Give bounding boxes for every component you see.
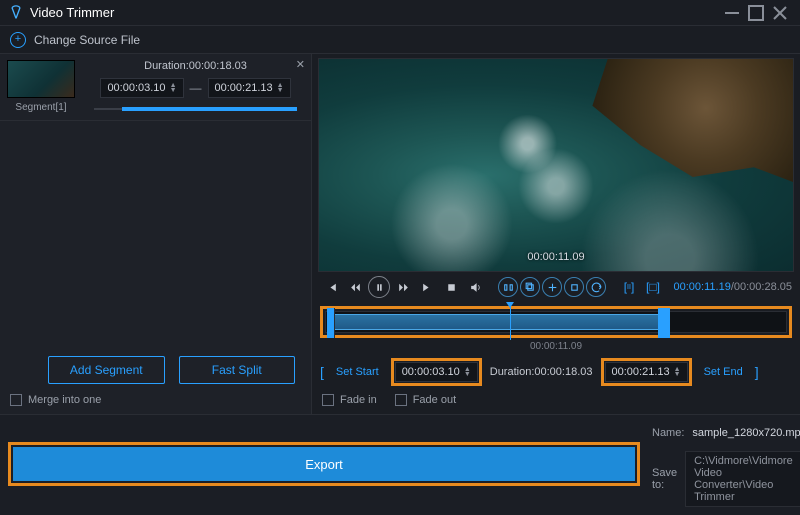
segment-start-value: 00:00:03.10 [107, 82, 165, 94]
maximize-button[interactable] [744, 5, 768, 21]
segment-end-input[interactable]: 00:00:21.13 ▲▼ [208, 78, 291, 98]
spinner-icon[interactable]: ▲▼ [277, 83, 284, 93]
trim-duration-label: Duration:00:00:18.03 [488, 366, 595, 378]
app-logo-icon [8, 5, 24, 21]
segment-thumb-col: Segment[1] [0, 54, 80, 120]
segment-time-pair: 00:00:03.10 ▲▼ — 00:00:21.13 ▲▼ [86, 78, 305, 98]
trim-end-input[interactable]: 00:00:21.13 ▲▼ [605, 362, 688, 382]
name-label: Name: [652, 427, 684, 439]
app-title: Video Trimmer [30, 5, 720, 20]
segment-list: Segment[1] ✕ Duration:00:00:18.03 00:00:… [0, 54, 311, 346]
spinner-icon[interactable]: ▲▼ [170, 83, 177, 93]
prev-segment-button[interactable] [320, 276, 342, 298]
next-segment-button[interactable] [416, 276, 438, 298]
tool-crop-button[interactable] [564, 277, 584, 297]
trim-start-value: 00:00:03.10 [402, 366, 460, 378]
preview-panel: 00:00:11.09 [II] [□] [312, 54, 800, 414]
segment-start-input[interactable]: 00:00:03.10 ▲▼ [100, 78, 183, 98]
segment-thumbnail [7, 60, 75, 98]
playback-controls: [II] [□] 00:00:11.19/00:00:28.05 [318, 272, 794, 302]
spinner-icon[interactable]: ▲▼ [464, 367, 471, 377]
tool-copy-button[interactable] [520, 277, 540, 297]
close-button[interactable] [768, 5, 792, 21]
segment-actions: Add Segment Fast Split [0, 346, 311, 394]
main-area: Segment[1] ✕ Duration:00:00:18.03 00:00:… [0, 54, 800, 414]
segments-panel: Segment[1] ✕ Duration:00:00:18.03 00:00:… [0, 54, 312, 414]
tool-add-button[interactable] [542, 277, 562, 297]
timeline-highlight [320, 306, 792, 338]
set-start-button[interactable]: Set Start [330, 366, 385, 378]
trim-start-input[interactable]: 00:00:03.10 ▲▼ [395, 362, 478, 382]
fade-out-checkbox[interactable] [395, 394, 407, 406]
bracket-in-button[interactable]: [II] [618, 276, 640, 298]
fade-out-label: Fade out [413, 394, 456, 406]
bottom-bar: Name: sample_1280x720.mp4 Output: Auto;2… [0, 414, 800, 515]
segment-mini-track[interactable] [94, 108, 297, 110]
export-wrap: Export [8, 421, 640, 507]
bracket-open-icon: [ [320, 364, 324, 380]
fade-in-checkbox[interactable] [322, 394, 334, 406]
merge-row: Merge into one [0, 394, 311, 414]
trim-handle-right[interactable] [658, 308, 670, 338]
bracket-close-icon: ] [755, 364, 759, 380]
trim-handle-left[interactable] [327, 308, 335, 338]
tool-undo-button[interactable] [586, 277, 606, 297]
video-preview[interactable]: 00:00:11.09 [318, 58, 794, 272]
trim-row: [ Set Start 00:00:03.10 ▲▼ Duration:00:0… [320, 358, 792, 386]
fast-split-button[interactable]: Fast Split [179, 356, 296, 384]
segment-name: Segment[1] [15, 102, 66, 113]
segment-duration-label: Duration:00:00:18.03 [86, 60, 305, 72]
export-highlight: Export [8, 442, 640, 486]
tool-cut-button[interactable] [498, 277, 518, 297]
merge-checkbox[interactable] [10, 394, 22, 406]
save-row: Save to: C:\Vidmore\Vidmore Video Conver… [652, 451, 792, 507]
preview-frame: 00:00:11.09 [319, 59, 793, 271]
set-end-button[interactable]: Set End [698, 366, 749, 378]
merge-label: Merge into one [28, 394, 101, 406]
remove-segment-button[interactable]: ✕ [296, 58, 305, 71]
trim-end-value: 00:00:21.13 [612, 366, 670, 378]
segment-props: ✕ Duration:00:00:18.03 00:00:03.10 ▲▼ — … [80, 54, 311, 120]
volume-button[interactable] [464, 276, 486, 298]
add-segment-button[interactable]: Add Segment [48, 356, 165, 384]
bracket-out-button[interactable]: [□] [642, 276, 664, 298]
timeline[interactable] [325, 311, 787, 333]
segment-row[interactable]: Segment[1] ✕ Duration:00:00:18.03 00:00:… [0, 54, 311, 121]
save-label: Save to: [652, 467, 677, 491]
save-path: C:\Vidmore\Vidmore Video Converter\Video… [685, 451, 800, 507]
titlebar: Video Trimmer [0, 0, 800, 26]
preview-overlay-time: 00:00:11.09 [527, 251, 584, 263]
fade-in-label: Fade in [340, 394, 377, 406]
start-time-highlight: 00:00:03.10 ▲▼ [391, 358, 482, 386]
change-source-bar[interactable]: + Change Source File [0, 26, 800, 54]
playhead[interactable] [510, 306, 511, 340]
change-source-label: Change Source File [34, 33, 140, 47]
timecode: 00:00:11.19/00:00:28.05 [674, 281, 792, 293]
fade-row: Fade in Fade out [318, 386, 794, 414]
step-forward-button[interactable] [392, 276, 414, 298]
segment-end-value: 00:00:21.13 [215, 82, 273, 94]
name-output-row: Name: sample_1280x720.mp4 Output: Auto;2… [652, 421, 792, 445]
export-button[interactable]: Export [13, 447, 635, 481]
play-pause-button[interactable] [368, 276, 390, 298]
total-time: 00:00:28.05 [734, 281, 792, 293]
timeline-overlay-time: 00:00:11.09 [318, 341, 794, 352]
minimize-button[interactable] [720, 5, 744, 21]
step-back-button[interactable] [344, 276, 366, 298]
current-time: 00:00:11.19 [674, 281, 731, 293]
stop-button[interactable] [440, 276, 462, 298]
file-name: sample_1280x720.mp4 [692, 427, 800, 439]
app-window: Video Trimmer + Change Source File Segme… [0, 0, 800, 515]
range-dash: — [190, 81, 202, 95]
spinner-icon[interactable]: ▲▼ [674, 367, 681, 377]
plus-circle-icon: + [10, 32, 26, 48]
end-time-highlight: 00:00:21.13 ▲▼ [601, 358, 692, 386]
